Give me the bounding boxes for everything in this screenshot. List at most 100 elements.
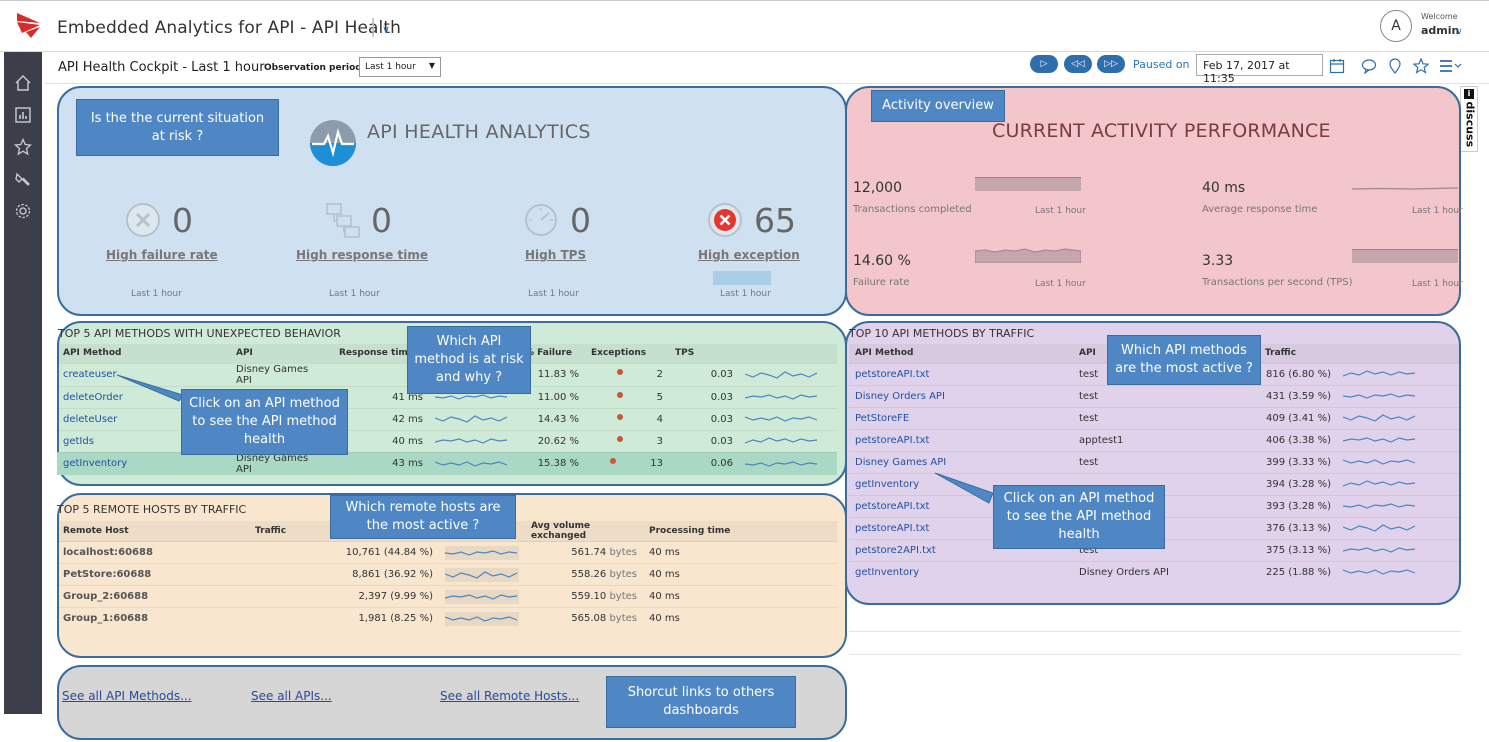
user-name[interactable]: admin xyxy=(1421,24,1459,37)
sparkline-cell xyxy=(1337,384,1461,407)
column-header[interactable]: API xyxy=(230,344,333,363)
api-method-cell[interactable]: Disney Games API xyxy=(849,450,1073,473)
table-row[interactable]: Disney Games API test 399 (3.33 %) xyxy=(849,450,1461,473)
location-pin-icon[interactable] xyxy=(1387,58,1403,74)
user-menu-chevron-icon[interactable]: ∨ xyxy=(1456,27,1463,37)
table-row[interactable]: petstoreAPI.txt apptest1 406 (3.38 %) xyxy=(849,428,1461,451)
star-icon[interactable] xyxy=(14,138,32,156)
tps-label: Transactions per second (TPS) xyxy=(1202,277,1353,288)
observation-period-label: Observation period: xyxy=(264,63,366,73)
traffic-sparkline xyxy=(1343,393,1416,399)
brand-logo-icon[interactable] xyxy=(14,11,44,39)
column-header[interactable]: Processing time xyxy=(643,521,837,542)
chevron-down-icon[interactable]: ∨ xyxy=(382,23,390,36)
remote-host-cell[interactable]: Group_1:60688 xyxy=(57,607,249,630)
api-method-link[interactable]: petstoreAPI.txt xyxy=(855,523,929,534)
settings-gear-icon[interactable] xyxy=(14,202,32,220)
sparkline-cell xyxy=(1337,560,1461,583)
api-method-link[interactable]: petstoreAPI.txt xyxy=(855,369,929,380)
traffic-sparkline xyxy=(1343,480,1416,487)
api-method-link[interactable]: PetStoreFE xyxy=(855,413,909,424)
transactions-time: Last 1 hour xyxy=(1035,206,1086,216)
fast-forward-button[interactable]: ▷▷ xyxy=(1097,55,1125,73)
api-method-link[interactable]: getInventory xyxy=(855,479,919,490)
api-method-link[interactable]: petstoreAPI.txt xyxy=(855,501,929,512)
api-method-link[interactable]: petstoreAPI.txt xyxy=(855,435,929,446)
api-method-cell[interactable]: Disney Orders API xyxy=(849,384,1073,407)
column-header[interactable]: API Method xyxy=(849,344,1073,363)
favorite-star-icon[interactable] xyxy=(1413,58,1429,74)
column-header[interactable]: Remote Host xyxy=(57,521,249,542)
sparkline-cell xyxy=(1337,450,1461,473)
traffic-cell: 393 (3.28 %) xyxy=(1259,494,1337,517)
kpi-response-link[interactable]: High response time xyxy=(296,248,428,262)
column-header[interactable]: Traffic xyxy=(1259,344,1337,363)
dashboard-icon[interactable] xyxy=(14,106,32,124)
column-header[interactable]: Exceptions xyxy=(585,344,669,363)
health-risk-callout: Is the the current situation at risk ? xyxy=(76,99,279,156)
table-row[interactable]: deleteUser 42 ms 14.43 % 4 0.03 xyxy=(57,407,837,430)
table-row[interactable]: getInventory Disney Games API 43 ms 15.38 %… xyxy=(57,451,837,475)
table-row[interactable]: PetStore:60688 8,861 (36.92 %) 558.26 byte… xyxy=(57,563,837,586)
table-row[interactable]: Group_1:60688 1,981 (8.25 %) 565.08 bytes 4… xyxy=(57,607,837,630)
column-header[interactable]: API Method xyxy=(57,344,230,363)
api-method-link[interactable]: getIds xyxy=(63,436,94,447)
host-traffic-sparkline xyxy=(445,545,519,560)
observation-period-select[interactable]: Last 1 hour ▼ xyxy=(359,57,441,77)
api-method-cell[interactable]: PetStoreFE xyxy=(849,406,1073,429)
column-header[interactable]: Avg volume exchanged xyxy=(525,521,643,542)
kpi-failure-link[interactable]: High failure rate xyxy=(106,248,218,262)
api-method-link[interactable]: getInventory xyxy=(63,458,127,469)
api-method-link[interactable]: petstore2API.txt xyxy=(855,545,936,556)
see-all-api-methods-link[interactable]: See all API Methods... xyxy=(62,689,192,703)
calendar-icon[interactable] xyxy=(1329,58,1345,74)
api-method-link[interactable]: deleteOrder xyxy=(63,392,123,403)
comment-icon[interactable] xyxy=(1361,58,1377,74)
home-icon[interactable] xyxy=(14,74,32,92)
avg-volume-value: 558.26 xyxy=(571,569,607,580)
column-header[interactable]: TPS xyxy=(669,344,739,363)
tps-sparkline xyxy=(745,394,818,400)
api-method-cell[interactable]: getInventory xyxy=(849,560,1073,583)
see-all-apis-link[interactable]: See all APIs... xyxy=(251,689,332,703)
api-method-link[interactable]: createuser xyxy=(63,369,117,380)
tools-icon[interactable] xyxy=(14,170,32,188)
table-row[interactable]: Group_2:60688 2,397 (9.99 %) 559.10 bytes 4… xyxy=(57,585,837,608)
table-row[interactable]: localhost:60688 10,761 (44.84 %) 561.74 by… xyxy=(57,541,837,564)
sparkline-column-header xyxy=(739,344,837,363)
sparkline-cell xyxy=(1337,472,1461,495)
remote-host-cell[interactable]: PetStore:60688 xyxy=(57,563,249,586)
table-row[interactable]: getIds 40 ms 20.62 % 3 0.03 xyxy=(57,429,837,452)
avatar[interactable]: A xyxy=(1380,10,1412,42)
api-method-cell[interactable]: petstoreAPI.txt xyxy=(849,362,1073,385)
rewind-button[interactable]: ◁◁ xyxy=(1064,55,1092,73)
avg-volume-value: 561.74 xyxy=(571,547,607,558)
kpi-exception-link[interactable]: High exception xyxy=(698,248,800,262)
remote-host-cell[interactable]: Group_2:60688 xyxy=(57,585,249,608)
table-row[interactable]: getInventory Disney Orders API 225 (1.88 %… xyxy=(849,560,1461,583)
api-method-link[interactable]: deleteUser xyxy=(63,414,117,425)
api-method-link[interactable]: Disney Games API xyxy=(855,457,946,468)
avg-volume-cell: 559.10 bytes xyxy=(525,585,643,608)
kpi-response-value: 0 xyxy=(371,201,392,240)
remote-host-cell[interactable]: localhost:60688 xyxy=(57,541,249,564)
api-method-cell[interactable]: getInventory xyxy=(57,451,230,475)
menu-icon[interactable] xyxy=(1439,58,1463,74)
traffic-cell: 816 (6.80 %) xyxy=(1259,362,1337,385)
kpi-failure-time: Last 1 hour xyxy=(131,289,182,299)
table-row[interactable]: PetStoreFE test 409 (3.41 %) xyxy=(849,406,1461,429)
see-all-remote-hosts-link[interactable]: See all Remote Hosts... xyxy=(440,689,579,703)
traffic-cell: 1,981 (8.25 %) xyxy=(249,607,439,630)
table-row[interactable]: Disney Orders API test 431 (3.59 %) xyxy=(849,384,1461,407)
api-method-cell[interactable]: petstoreAPI.txt xyxy=(849,428,1073,451)
api-method-link[interactable]: Disney Orders API xyxy=(855,391,945,402)
paused-date-field[interactable]: Feb 17, 2017 at 11:35 xyxy=(1196,54,1323,85)
kpi-tps-link[interactable]: High TPS xyxy=(525,248,586,262)
app-title: Embedded Analytics for API - API Health xyxy=(57,18,402,38)
kpi-exception-bar xyxy=(713,271,771,285)
api-method-link[interactable]: getInventory xyxy=(855,567,919,578)
play-button[interactable]: ▷ xyxy=(1030,55,1058,73)
paused-label: Paused on xyxy=(1133,58,1190,71)
tps-cell: 0.03 xyxy=(669,429,739,452)
sparkline-cell xyxy=(1337,494,1461,517)
